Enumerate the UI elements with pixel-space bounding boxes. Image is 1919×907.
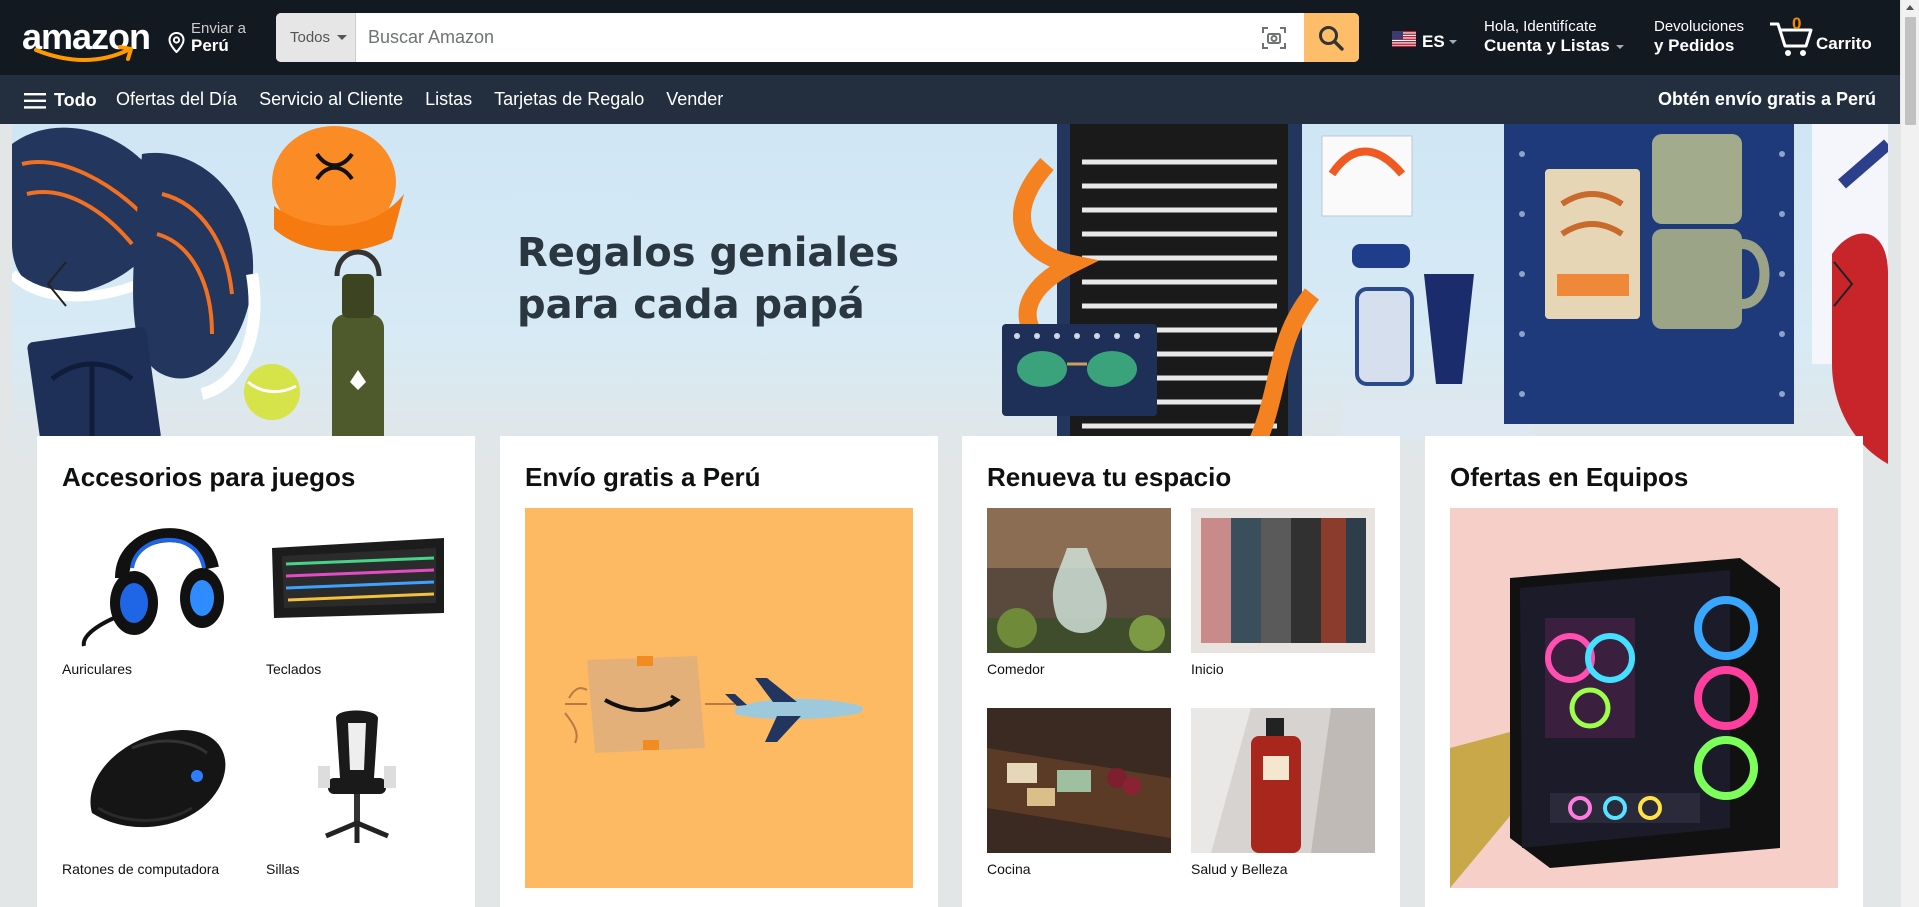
search-input[interactable]: [356, 13, 1280, 62]
search-category-dropdown[interactable]: Todos: [276, 13, 356, 62]
chevron-down-icon: [1615, 44, 1624, 49]
nav-link-servicio-al-cliente[interactable]: Servicio al Cliente: [259, 89, 403, 110]
quad-item-salud-y-belleza[interactable]: Salud y Belleza: [1191, 708, 1375, 877]
card-envio-gratis-a-peru: Envío gratis a Perú: [500, 436, 938, 907]
card-ofertas-en-equipos: Ofertas en Equipos: [1425, 436, 1863, 907]
top-navigation-bar: amazon Enviar a Perú Todos Buscar Amazon…: [0, 0, 1900, 75]
nav-link-vender[interactable]: Vender: [666, 89, 723, 110]
quad-item-teclados[interactable]: Teclados: [266, 508, 450, 677]
deliver-label: Enviar a: [191, 20, 247, 37]
scrollbar-thumb[interactable]: [1905, 17, 1916, 125]
product-image: [62, 508, 246, 653]
quad-item-label: Inicio: [1191, 661, 1224, 677]
camera-search-icon[interactable]: [1261, 25, 1287, 51]
free-shipping-image[interactable]: [525, 508, 913, 888]
search-bar: Todos: [276, 13, 1359, 62]
returns-and-orders[interactable]: Devoluciones y Pedidos: [1654, 18, 1744, 56]
page-scrollbar[interactable]: [1900, 0, 1919, 907]
search-category-label: Todos: [290, 29, 331, 46]
account-lists-label: Cuenta y Listas: [1484, 36, 1610, 55]
quad-item-label: Cocina: [987, 861, 1031, 877]
headset-image: [62, 508, 246, 653]
quad-item-label: Ratones de computadora: [62, 861, 220, 877]
hero-title-line1: Regalos geniales: [517, 230, 900, 276]
card-title: Accesorios para juegos: [62, 462, 356, 492]
quad-item-cocina[interactable]: Cocina: [987, 708, 1171, 877]
quad-item-label: Salud y Belleza: [1191, 861, 1288, 877]
carousel-next-arrow-icon[interactable]: [1828, 254, 1858, 314]
secondary-navigation-bar: Todo Ofertas del Día Servicio al Cliente…: [0, 75, 1900, 124]
quad-item-label: Teclados: [266, 661, 322, 677]
nav-link-listas[interactable]: Listas: [425, 89, 472, 110]
quad-item-comedor[interactable]: Comedor: [987, 508, 1171, 677]
nav-link-ofertas-del-dia[interactable]: Ofertas del Día: [116, 89, 237, 110]
product-image: [266, 508, 450, 653]
cart-button[interactable]: 0 Carrito: [1768, 14, 1888, 62]
free-shipping-promo-link[interactable]: Obtén envío gratis a Perú: [1658, 89, 1876, 110]
language-code: ES: [1422, 32, 1445, 51]
hero-title: Regalos geniales para cada papá: [517, 227, 899, 331]
hero-title-line2: para cada papá: [517, 282, 865, 328]
chevron-down-icon: [337, 35, 347, 40]
account-and-lists[interactable]: Hola, Identifícate Cuenta y Listas: [1484, 18, 1624, 56]
search-icon: [1319, 26, 1344, 51]
pc-case-image[interactable]: [1450, 508, 1838, 888]
nav-link-tarjetas-de-regalo[interactable]: Tarjetas de Regalo: [494, 89, 644, 110]
pc-case-illustration: [1450, 508, 1838, 888]
location-pin-icon: [168, 32, 185, 53]
scroll-up-arrow-icon[interactable]: [1906, 5, 1914, 10]
carousel-prev-arrow-icon[interactable]: [42, 254, 72, 314]
mouse-image: [62, 708, 246, 853]
beauty-image: [1191, 708, 1375, 853]
account-greeting: Hola, Identifícate: [1484, 18, 1597, 35]
dining-image: [987, 508, 1171, 653]
quad-item-label: Sillas: [266, 861, 300, 877]
quad-item-sillas[interactable]: Sillas: [266, 708, 450, 877]
all-menu-label: Todo: [54, 90, 97, 110]
quad-item-auriculares[interactable]: Auriculares: [62, 508, 246, 677]
product-image: [1191, 708, 1375, 853]
card-title: Renueva tu espacio: [987, 462, 1232, 492]
hamburger-menu-icon: [24, 93, 46, 109]
nav-links: Ofertas del Día Servicio al Cliente List…: [116, 89, 723, 110]
quad-item-ratones-de-computadora[interactable]: Ratones de computadora: [62, 708, 246, 877]
hero-banner[interactable]: Regalos geniales para cada papá: [12, 124, 1888, 474]
us-flag-icon: [1392, 31, 1416, 47]
kitchen-image: [987, 708, 1171, 853]
product-image: [987, 508, 1171, 653]
keyboard-image: [266, 508, 450, 653]
amazon-logo[interactable]: amazon: [20, 14, 151, 62]
quad-item-inicio[interactable]: Inicio: [1191, 508, 1375, 677]
chair-image: [266, 708, 450, 853]
card-accesorios-para-juegos: Accesorios para juegos Auriculares Tecla…: [37, 436, 475, 907]
cart-count: 0: [1792, 14, 1802, 33]
chevron-down-icon: [1449, 40, 1457, 44]
search-button[interactable]: [1304, 13, 1359, 62]
deliver-country: Perú: [191, 36, 229, 55]
card-renueva-tu-espacio: Renueva tu espacio Comedor Inicio Cocina…: [962, 436, 1400, 907]
product-image: [62, 708, 246, 853]
product-image: [987, 708, 1171, 853]
quad-item-label: Auriculares: [62, 661, 133, 677]
returns-label: Devoluciones: [1654, 18, 1745, 35]
hero-gift-artwork: [12, 124, 1888, 474]
card-title: Envío gratis a Perú: [525, 462, 761, 492]
home-textiles-image: [1191, 508, 1375, 653]
cart-label: Carrito: [1816, 34, 1872, 53]
product-image: [1191, 508, 1375, 653]
card-title: Ofertas en Equipos: [1450, 462, 1689, 492]
quad-item-label: Comedor: [987, 661, 1045, 677]
product-image: [266, 708, 450, 853]
orders-label: y Pedidos: [1654, 36, 1735, 55]
box-and-plane-illustration: [564, 656, 863, 753]
cart-icon: [1770, 22, 1813, 56]
smile-arrow-icon: [34, 45, 133, 62]
